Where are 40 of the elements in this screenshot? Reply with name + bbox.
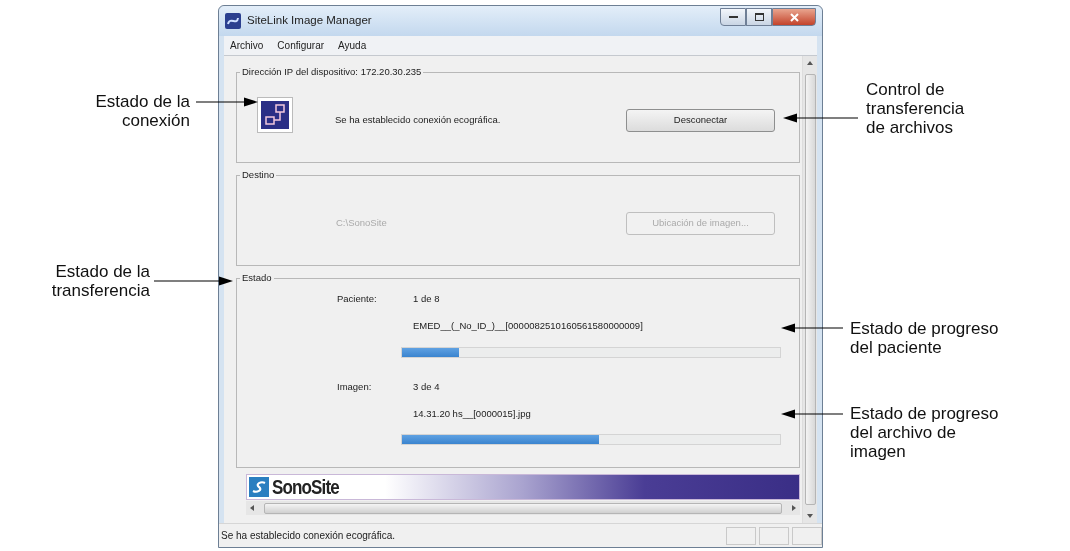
connection-icon bbox=[257, 97, 293, 133]
progress-count: 3 de 4 bbox=[413, 379, 441, 394]
disconnect-button[interactable]: Desconectar bbox=[626, 108, 775, 132]
callout-label: Control de transferencia de archivos bbox=[866, 80, 965, 137]
app-icon bbox=[225, 13, 241, 29]
file-name: 14.31.20 hs__[0000015].jpg bbox=[413, 406, 532, 421]
connection-message: Se ha establecido conexión ecográfica. bbox=[335, 112, 501, 127]
close-icon bbox=[789, 12, 799, 22]
status-text: Se ha establecido conexión ecográfica. bbox=[221, 529, 395, 543]
maximize-icon bbox=[754, 13, 764, 21]
field-label: Imagen: bbox=[337, 379, 373, 394]
file-name: EMED__(_No_ID_)__[0000082510160561580000009] bbox=[413, 319, 644, 334]
minimize-icon bbox=[728, 15, 738, 19]
callout-arrow bbox=[781, 323, 844, 333]
brand-name: SonoSite bbox=[272, 477, 339, 497]
status-pane bbox=[726, 526, 756, 545]
vertical-scrollbar[interactable] bbox=[802, 56, 817, 523]
group-legend: Estado bbox=[240, 273, 274, 283]
destination-path: C:\SonoSite bbox=[336, 215, 387, 230]
callout-label: Estado de la transferencia bbox=[51, 262, 150, 300]
menu-item[interactable]: Archivo bbox=[228, 38, 266, 53]
maximize-button[interactable] bbox=[746, 8, 772, 26]
callout-label: Estado de progreso del paciente bbox=[850, 319, 999, 357]
callout-arrow bbox=[195, 97, 258, 107]
window-title: SiteLink Image Manager bbox=[247, 13, 372, 29]
field-label: Paciente: bbox=[337, 292, 378, 306]
logo-icon bbox=[249, 477, 269, 497]
callout-label: Estado de progreso del archivo de imagen bbox=[850, 404, 999, 461]
progress-count: 1 de 8 bbox=[413, 292, 441, 306]
status-pane bbox=[792, 526, 822, 545]
horizontal-scrollbar[interactable] bbox=[246, 501, 800, 515]
menu-item[interactable]: Configurar bbox=[275, 38, 327, 53]
close-button[interactable] bbox=[772, 8, 816, 26]
group-legend: Destino bbox=[240, 170, 277, 180]
callout-label: Estado de la conexión bbox=[95, 92, 190, 130]
minimize-button[interactable] bbox=[720, 8, 746, 26]
menu-item[interactable]: Ayuda bbox=[336, 38, 369, 53]
status-pane bbox=[759, 526, 789, 545]
callout-arrow bbox=[781, 409, 844, 419]
group-legend: Dirección IP del dispositivo: 172.20.30.235 bbox=[240, 67, 424, 77]
